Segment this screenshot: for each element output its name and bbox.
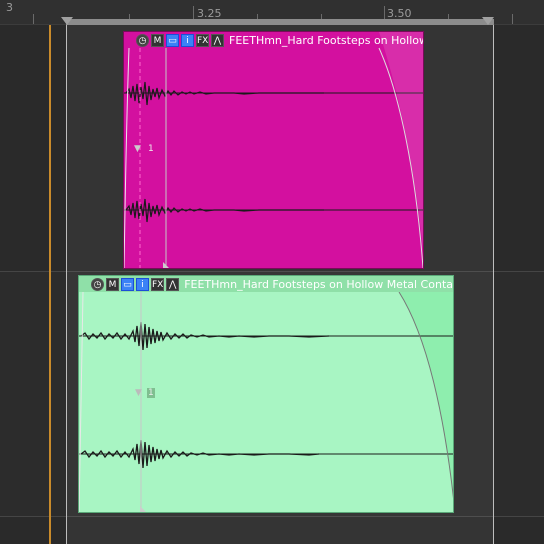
audio-clip-2[interactable]: ◷ M ▭ i FX ⋀ FEETHmn_Hard Footsteps on H…	[78, 275, 454, 513]
clip-1-waveform	[124, 32, 423, 268]
loop-start-marker[interactable]	[61, 17, 73, 25]
fx-icon[interactable]: FX	[196, 33, 209, 47]
mute-icon[interactable]: M	[106, 277, 119, 291]
clock-icon[interactable]: ◷	[91, 277, 104, 291]
loop-end-marker[interactable]	[482, 17, 494, 25]
clip-2-header[interactable]: ◷ M ▭ i FX ⋀ FEETHmn_Hard Footsteps on H…	[79, 276, 453, 292]
selection-start-line	[66, 25, 67, 544]
clip-2-fade-handle[interactable]	[140, 506, 146, 512]
folder-icon[interactable]: ▭	[166, 33, 179, 47]
envelope-icon[interactable]: ⋀	[211, 33, 224, 47]
ruler-tick	[33, 14, 34, 24]
ruler-tick	[512, 14, 513, 24]
info-icon[interactable]: i	[181, 33, 194, 47]
info-icon[interactable]: i	[136, 277, 149, 291]
clip-1-title: FEETHmn_Hard Footsteps on Hollow	[229, 33, 424, 47]
clip-2-title: FEETHmn_Hard Footsteps on Hollow Metal C…	[184, 277, 453, 291]
folder-icon[interactable]: ▭	[121, 277, 134, 291]
clip-1-header[interactable]: ◷ M ▭ i FX ⋀ FEETHmn_Hard Footsteps on H…	[124, 32, 423, 48]
clip-1-fade-handle[interactable]	[163, 262, 169, 268]
marker-triangle-icon[interactable]: ▼	[135, 388, 142, 398]
selection-end-line	[493, 25, 494, 544]
marker-triangle-icon[interactable]: ▼	[134, 144, 141, 154]
mute-icon[interactable]: M	[151, 33, 164, 47]
audio-clip-1[interactable]: ◷ M ▭ i FX ⋀ FEETHmn_Hard Footsteps on H…	[123, 31, 424, 269]
fx-icon[interactable]: FX	[151, 277, 165, 291]
edit-cursor[interactable]	[49, 25, 51, 544]
clip-2-marker-label: 1	[147, 388, 155, 398]
ruler-label-3: 3	[6, 1, 13, 14]
envelope-icon[interactable]: ⋀	[166, 277, 180, 291]
clip-1-marker-label: 1	[148, 144, 154, 154]
clock-icon[interactable]: ◷	[136, 33, 149, 47]
